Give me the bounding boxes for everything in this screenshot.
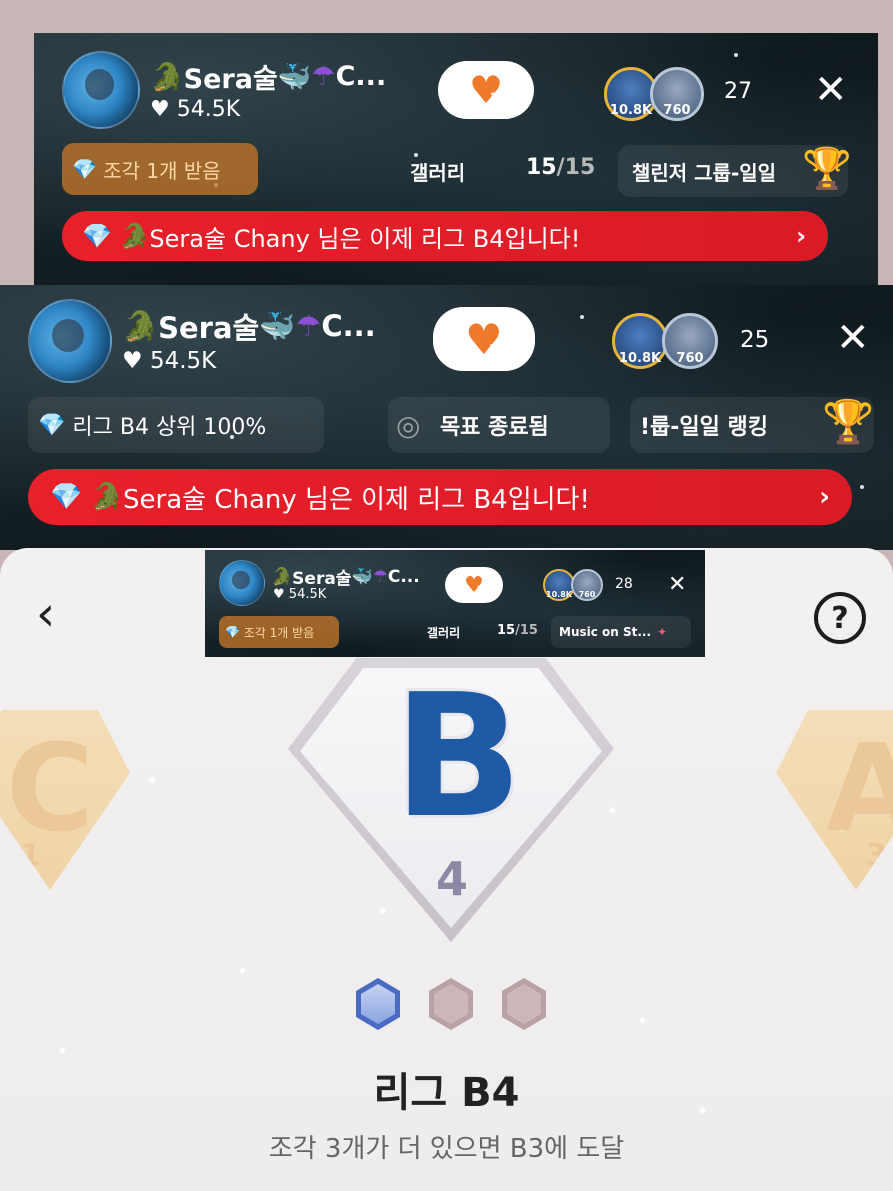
music-chip[interactable]: Music on St... ✦ bbox=[551, 616, 691, 648]
crocodile-icon: 🐊 bbox=[150, 61, 184, 93]
league-tier-number: 4 bbox=[435, 852, 468, 906]
top-viewer-2[interactable]: 760 bbox=[662, 313, 718, 369]
top-viewer-2[interactable]: 760 bbox=[571, 569, 603, 601]
stream-panel-2: 🐊 Sera술 🐳 ☂ C... ♥ 54.5K ♥ 21 10.8K 760 … bbox=[0, 285, 893, 550]
heart-badge-button[interactable]: ♥ 21 bbox=[433, 307, 535, 371]
streamer-name[interactable]: 🐊 Sera술 🐳 ☂ C... bbox=[150, 57, 386, 96]
crocodile-icon: 🐊 bbox=[119, 222, 150, 250]
back-button[interactable]: ‹ bbox=[36, 590, 55, 638]
viewer-count[interactable]: 25 bbox=[740, 327, 769, 353]
whale-icon: 🐳 bbox=[259, 308, 296, 343]
chevron-right-icon: › bbox=[819, 482, 830, 512]
umbrella-icon: ☂ bbox=[295, 309, 322, 343]
heart-icon: ♥ bbox=[122, 348, 150, 374]
viewer-count[interactable]: 28 bbox=[615, 576, 633, 592]
crocodile-icon: 🐊 bbox=[90, 482, 124, 512]
close-icon[interactable]: ✕ bbox=[668, 572, 686, 597]
umbrella-icon: ☂ bbox=[372, 566, 388, 587]
streamer-avatar[interactable] bbox=[62, 51, 140, 129]
stream-panel-1: 🐊 Sera술 🐳 ☂ C... ♥ 54.5K ♥ 21 10.8K 760 … bbox=[34, 33, 878, 287]
streamer-name[interactable]: 🐊 Sera술 🐳 ☂ C... bbox=[271, 564, 420, 590]
diamond-icon: 💎 bbox=[38, 412, 73, 438]
league-letter: B bbox=[393, 658, 523, 856]
goal-chip[interactable]: ◎ 목표 종료됨 bbox=[388, 397, 610, 453]
whale-icon: 🐳 bbox=[277, 61, 312, 93]
chevron-right-icon: › bbox=[796, 222, 806, 250]
diamond-icon: 💎 bbox=[72, 157, 104, 181]
crocodile-icon: 🐊 bbox=[271, 566, 293, 587]
streamer-name[interactable]: 🐊 Sera술 🐳 ☂ C... bbox=[122, 305, 376, 347]
gallery-label[interactable]: 갤러리 bbox=[410, 157, 465, 186]
stream-panel-3: 🐊 Sera술 🐳 ☂ C... ♥ 54.5K ♥ 21 10.8K 760 … bbox=[205, 550, 705, 657]
whale-icon: 🐳 bbox=[351, 566, 373, 587]
trophy-icon: 🏆 bbox=[822, 397, 875, 446]
diamond-icon: 💎 bbox=[225, 625, 244, 639]
heart-badge-button[interactable]: ♥ 21 bbox=[438, 61, 534, 119]
crocodile-icon: 🐊 bbox=[122, 308, 159, 343]
gallery-label[interactable]: 갤러리 bbox=[427, 624, 460, 641]
music-badge-icon: ✦ bbox=[657, 625, 668, 639]
streamer-avatar[interactable] bbox=[219, 560, 265, 606]
league-announcement-banner[interactable]: 💎 🐊 Sera술 Chany 님은 이제 리그 B4입니다! › bbox=[62, 211, 828, 261]
top-viewer-1[interactable]: 10.8K bbox=[612, 313, 668, 369]
umbrella-icon: ☂ bbox=[311, 61, 336, 92]
gallery-progress: 15/15 bbox=[526, 155, 596, 180]
top-viewer-2[interactable]: 760 bbox=[650, 67, 704, 121]
target-icon: ◎ bbox=[396, 408, 440, 442]
like-count: ♥ 54.5K bbox=[150, 97, 241, 122]
close-icon[interactable]: ✕ bbox=[814, 67, 848, 113]
diamond-icon: 💎 bbox=[50, 482, 91, 512]
league-title: 리그 B4 bbox=[373, 1070, 520, 1116]
streamer-avatar[interactable] bbox=[28, 299, 112, 383]
like-count: ♥ 54.5K bbox=[122, 348, 217, 374]
heart-badge-button[interactable]: ♥ 21 bbox=[445, 567, 503, 603]
heart-icon: ♥ bbox=[273, 587, 289, 602]
heart-icon: ♥ bbox=[150, 97, 177, 122]
league-announcement-banner[interactable]: 💎 🐊 Sera술 Chany 님은 이제 리그 B4입니다! › bbox=[28, 469, 852, 525]
fragment-chip[interactable]: 💎 조각 1개 받음 bbox=[62, 143, 258, 195]
like-count: ♥ 54.5K bbox=[273, 587, 327, 602]
gallery-progress: 15/15 bbox=[497, 623, 538, 638]
league-rank-chip[interactable]: 💎 리그 B4 상위 100% bbox=[28, 397, 324, 453]
fragment-chip[interactable]: 💎 조각 1개 받음 bbox=[219, 616, 339, 648]
help-button[interactable]: ? bbox=[814, 592, 866, 644]
close-icon[interactable]: ✕ bbox=[836, 315, 870, 361]
viewer-count[interactable]: 27 bbox=[724, 79, 752, 104]
diamond-icon: 💎 bbox=[82, 222, 120, 250]
league-subtitle: 조각 3개가 더 있으면 B3에 도달 bbox=[268, 1134, 625, 1164]
trophy-icon: 🏆 bbox=[802, 146, 852, 192]
